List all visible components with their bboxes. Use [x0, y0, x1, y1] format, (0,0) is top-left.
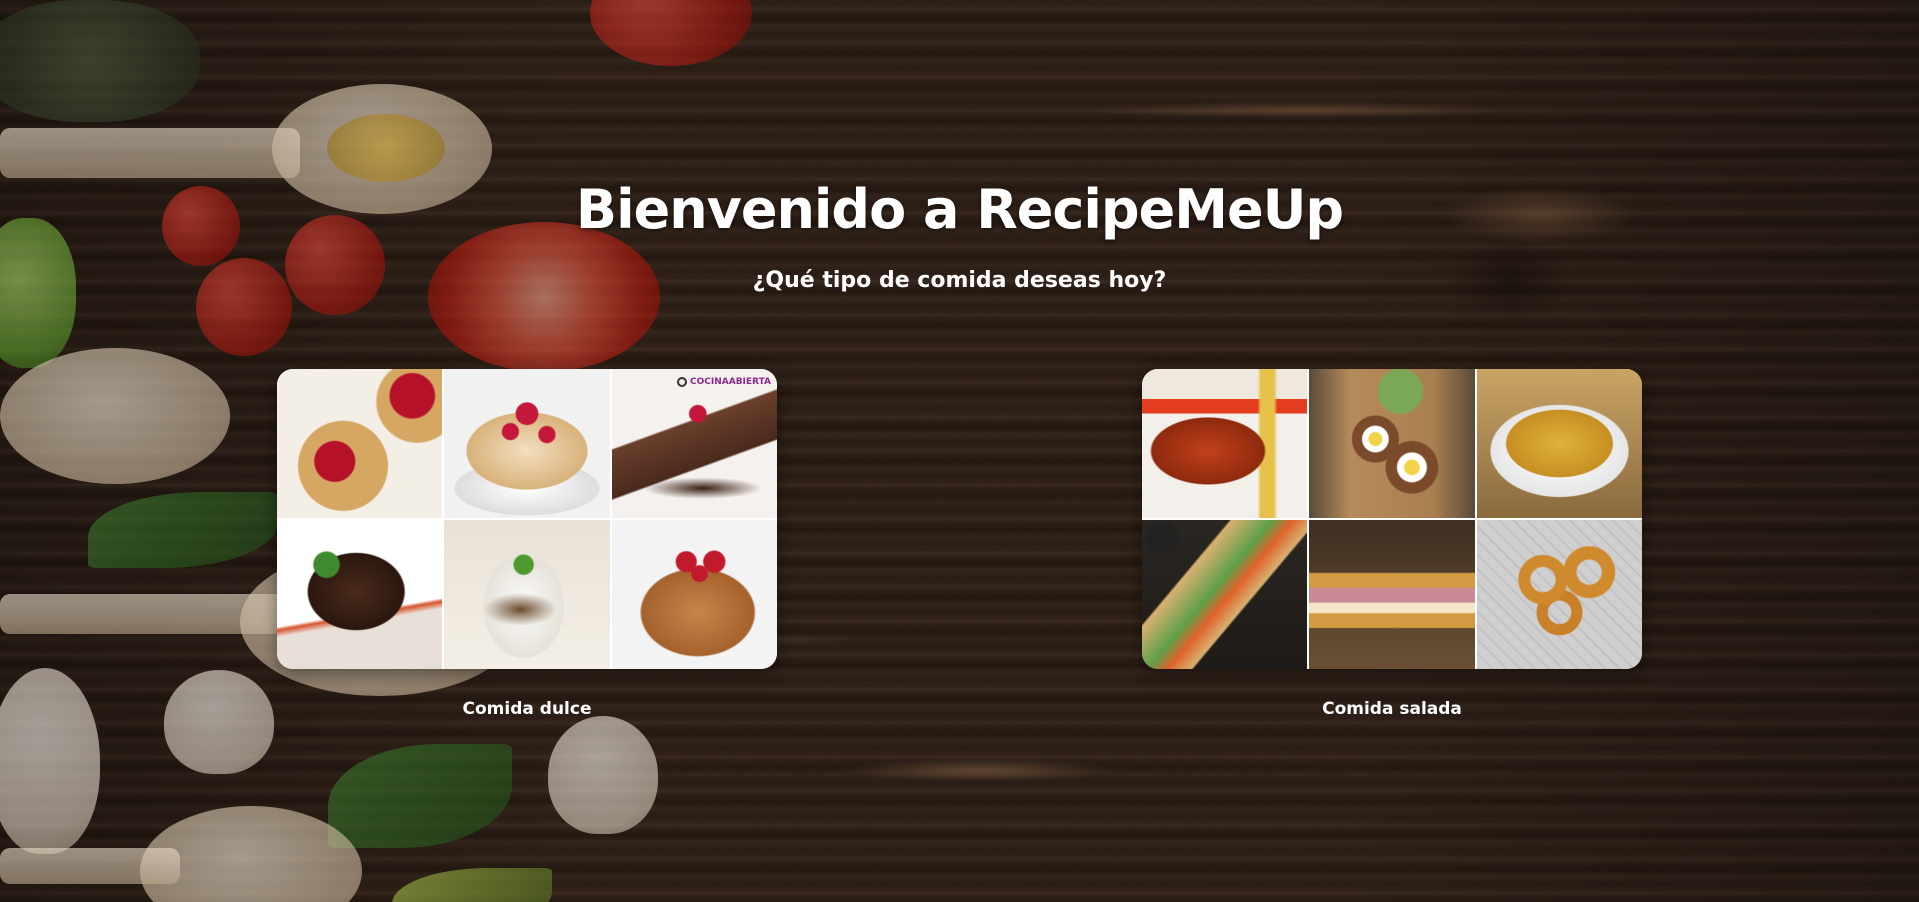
curry-spice-decoration	[327, 114, 445, 182]
sliced-tomato-decoration	[428, 222, 660, 372]
raspberry-tartlets-photo	[277, 369, 443, 518]
club-sandwich-photo	[1309, 520, 1475, 669]
banh-mi-sandwich-photo	[1142, 520, 1308, 669]
lettuce-decoration	[0, 0, 200, 122]
page-subtitle: ¿Qué tipo de comida deseas hoy?	[752, 268, 1167, 293]
watermark-logo-icon	[677, 377, 688, 387]
yogurt-parfait-photo	[444, 520, 610, 669]
savory-food-card[interactable]	[1142, 369, 1642, 669]
mushroom-decoration	[548, 716, 658, 834]
mushroom-decoration	[164, 670, 274, 774]
watermark-text: COCINAABIERTA	[690, 377, 771, 387]
watermark: COCINAABIERTA	[677, 377, 771, 387]
chocolate-mousse-slice-photo: COCINAABIERTA	[611, 369, 777, 518]
sweet-food-card[interactable]: COCINAABIERTA	[277, 369, 777, 669]
savory-food-label[interactable]: Comida salada	[1142, 699, 1642, 719]
wooden-spoon-decoration	[0, 348, 230, 484]
page-title: Bienvenido a RecipeMeUp	[575, 178, 1344, 241]
currywurst-fries-photo	[1142, 369, 1308, 518]
wooden-spoon-decoration	[0, 128, 300, 178]
meringue-raspberry-cake-photo	[444, 369, 610, 518]
scotch-eggs-photo	[1309, 369, 1475, 518]
sweet-food-label[interactable]: Comida dulce	[277, 699, 777, 719]
onion-rings-basket-photo	[1476, 520, 1642, 669]
lava-cake-photo	[277, 520, 443, 669]
bundt-cake-strawberries-photo	[611, 520, 777, 669]
nachos-bowl-photo	[1476, 369, 1642, 518]
wooden-spoon-decoration	[0, 848, 180, 884]
